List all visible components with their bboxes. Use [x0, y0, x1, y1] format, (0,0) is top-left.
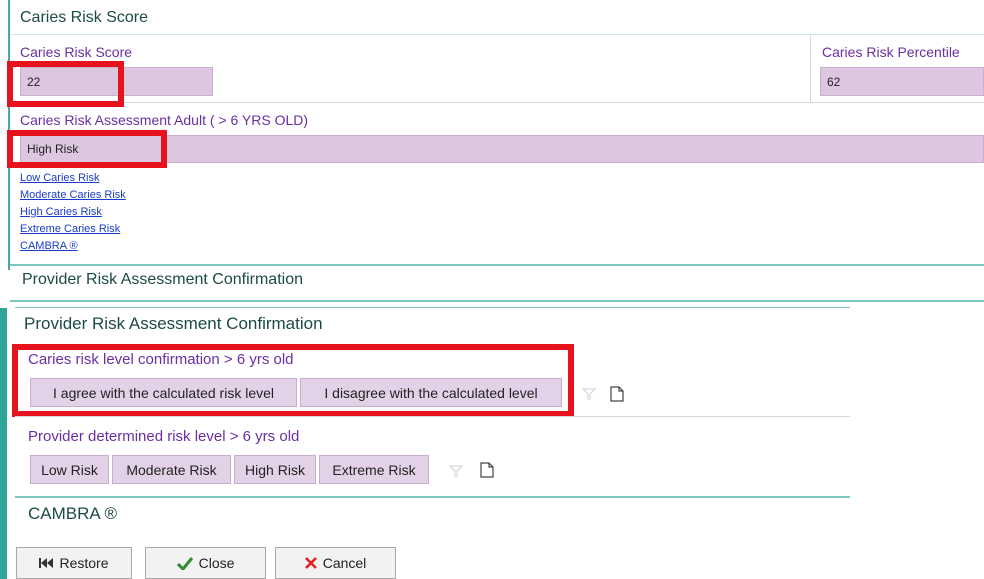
divider [10, 102, 984, 103]
restore-label: Restore [59, 555, 109, 571]
close-button[interactable]: Close [145, 547, 266, 579]
check-icon [176, 556, 193, 570]
caries-risk-score-section-title: Caries Risk Score [20, 9, 149, 26]
risk-assessment-adult-label: Caries Risk Assessment Adult ( > 6 YRS O… [20, 112, 309, 128]
score-highlight-box [7, 61, 124, 107]
cambra-section-title: CAMBRA ® [28, 504, 118, 523]
caries-risk-percentile-field[interactable]: 62 [820, 67, 984, 96]
moderate-risk-option[interactable]: Moderate Risk [112, 455, 231, 484]
determined-level-label: Provider determined risk level > 6 yrs o… [28, 428, 300, 445]
divider [10, 34, 984, 35]
restore-button[interactable]: Restore [16, 547, 132, 579]
divider [10, 300, 984, 302]
column-divider [810, 36, 811, 102]
moderate-caries-risk-link[interactable]: Moderate Caries Risk [20, 189, 126, 201]
high-risk-option[interactable]: High Risk [234, 455, 316, 484]
close-label: Close [198, 555, 235, 571]
first-page-icon [39, 558, 54, 568]
confirmation-highlight-box [12, 344, 574, 417]
document-icon[interactable] [480, 462, 494, 478]
document-icon[interactable] [610, 386, 624, 402]
divider [10, 264, 984, 266]
extreme-caries-risk-link[interactable]: Extreme Caries Risk [20, 223, 120, 235]
divider [15, 496, 850, 498]
provider-confirmation-header: Provider Risk Assessment Confirmation [22, 271, 303, 288]
low-caries-risk-link[interactable]: Low Caries Risk [20, 172, 99, 184]
filter-icon[interactable] [582, 388, 596, 400]
x-icon [304, 557, 317, 569]
caries-risk-score-label: Caries Risk Score [20, 44, 133, 60]
panel-top-divider [15, 307, 850, 308]
high-caries-risk-link[interactable]: High Caries Risk [20, 206, 102, 218]
cambra-link[interactable]: CAMBRA ® [20, 240, 78, 252]
assessment-highlight-box [7, 130, 167, 168]
filter-icon[interactable] [449, 465, 463, 477]
provider-panel-title: Provider Risk Assessment Confirmation [24, 314, 323, 333]
cancel-button[interactable]: Cancel [275, 547, 396, 579]
caries-risk-percentile-label: Caries Risk Percentile [822, 44, 960, 60]
divider [15, 416, 850, 417]
cancel-label: Cancel [322, 555, 367, 571]
extreme-risk-option[interactable]: Extreme Risk [319, 455, 429, 484]
low-risk-option[interactable]: Low Risk [30, 455, 109, 484]
provider-panel-left-border [0, 308, 7, 579]
